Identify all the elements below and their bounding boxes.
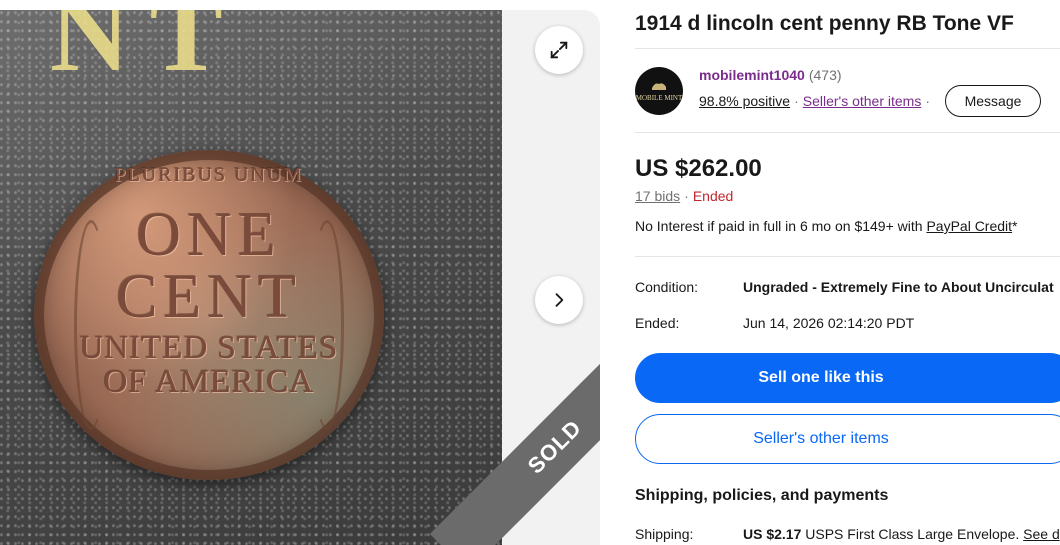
seller-other-items-button[interactable]: Seller's other items — [635, 414, 1060, 464]
sell-one-like-this-button[interactable]: Sell one like this — [635, 353, 1060, 403]
seller-links: 98.8% positive · Seller's other items · — [699, 93, 934, 109]
shipping-value: US $2.17 USPS First Class Large Envelope… — [743, 526, 1060, 542]
shipping-price: US $2.17 — [743, 526, 802, 542]
sold-banner-label: SOLD — [522, 414, 587, 479]
seller-other-items-link[interactable]: Seller's other items — [803, 93, 922, 109]
next-image-button[interactable] — [535, 276, 583, 324]
seller-feedback-count: (473) — [808, 67, 842, 83]
condition-value: Ungraded - Extremely Fine to About Uncir… — [743, 279, 1054, 295]
coin-country-line1: UNITED STATES — [79, 330, 339, 366]
chevron-right-icon — [555, 293, 564, 307]
ended-label: Ended: — [635, 315, 680, 331]
seller-avatar[interactable]: MOBILE MINT — [635, 67, 683, 115]
shipping-label: Shipping: — [635, 526, 694, 542]
coin-photo[interactable]: NT PLURIBUS UNUM ONE CENT UNITED STATES … — [0, 10, 502, 545]
expand-button[interactable] — [535, 26, 583, 74]
divider — [635, 48, 1060, 49]
paypal-credit-link[interactable]: PayPal Credit — [926, 218, 1012, 234]
other-items-button-label: Seller's other items — [753, 430, 889, 447]
separator-dot: · — [925, 93, 931, 109]
seller-name-row: mobilemint1040 (473) — [699, 67, 842, 83]
credit-text: No Interest if paid in full in 6 mo on $… — [635, 218, 927, 234]
separator-dot: · — [684, 188, 689, 204]
positive-feedback-link[interactable]: 98.8% positive — [699, 93, 790, 109]
separator-dot: · — [794, 93, 799, 109]
credit-suffix: * — [1012, 218, 1018, 234]
coin-motto: PLURIBUS UNUM — [114, 164, 304, 186]
bids-link[interactable]: 17 bids — [635, 188, 680, 204]
avatar-label: MOBILE MINT — [635, 94, 683, 102]
divider — [635, 132, 1060, 133]
coin-cent: CENT — [116, 263, 302, 331]
bids-row: 17 bids · Ended — [635, 188, 733, 204]
background-letters: NT — [50, 10, 243, 94]
paypal-credit-row: No Interest if paid in full in 6 mo on $… — [635, 218, 1018, 234]
item-price: US $262.00 — [635, 155, 762, 182]
message-button[interactable]: Message — [945, 85, 1041, 117]
shipping-method: USPS First Class Large Envelope. — [801, 526, 1024, 542]
sell-button-label: Sell one like this — [758, 369, 884, 386]
coin-reverse: PLURIBUS UNUM ONE CENT UNITED STATES OF … — [34, 150, 384, 480]
image-gallery[interactable]: NT PLURIBUS UNUM ONE CENT UNITED STATES … — [0, 10, 600, 545]
expand-icon — [550, 41, 568, 59]
listing-status: Ended — [692, 188, 734, 204]
condition-label: Condition: — [635, 279, 699, 295]
see-details-link[interactable]: See d — [1023, 526, 1060, 542]
coin-country-line2: OF AMERICA — [103, 364, 315, 400]
seller-name-link[interactable]: mobilemint1040 — [699, 67, 805, 83]
divider — [635, 256, 1060, 257]
item-title: 1914 d lincoln cent penny RB Tone VF — [635, 12, 1014, 35]
coin-one: ONE — [136, 201, 282, 269]
shipping-heading: Shipping, policies, and payments — [635, 487, 889, 504]
hand-logo-icon — [652, 83, 666, 90]
ended-value: Jun 14, 2026 02:14:20 PDT — [743, 315, 915, 331]
